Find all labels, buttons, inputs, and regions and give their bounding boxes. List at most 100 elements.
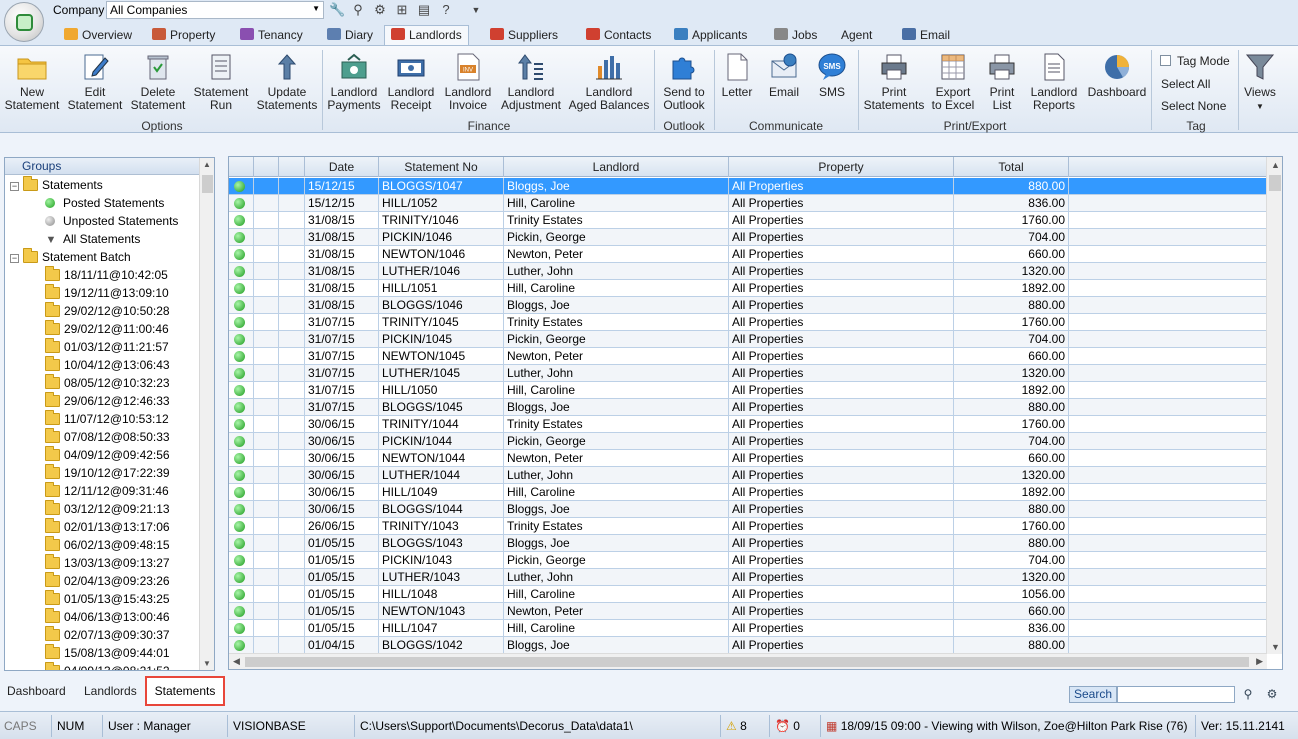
tree-item-statement-batch[interactable]: − Statement Batch [10,248,131,267]
customize-arrow-icon[interactable]: ▼ [468,2,484,18]
tree-item-batch[interactable]: 04/09/13@08:21:52 [45,662,170,670]
scroll-thumb[interactable] [245,657,1249,667]
tab-jobs[interactable]: Jobs [768,26,823,45]
company-select[interactable]: All Companies ▼ [106,1,324,19]
tag-cell[interactable] [254,365,279,381]
export-to-excel-button[interactable]: Export to Excel [928,50,978,116]
tag-cell[interactable] [254,586,279,602]
table-row[interactable]: 31/08/15 HILL/1051 Hill, Caroline All Prope… [229,280,1267,297]
bottom-tab-dashboard[interactable]: Dashboard [7,684,66,698]
reminders-indicator[interactable]: ⏰ 0 [771,715,821,737]
tag-cell[interactable] [254,263,279,279]
grid-horizontal-scrollbar[interactable]: ◀ ▶ [229,653,1267,669]
tag-cell[interactable] [254,433,279,449]
tag-cell[interactable] [254,246,279,262]
tree-item-batch[interactable]: 03/12/12@09:21:13 [45,500,170,519]
collapse-icon[interactable]: − [10,182,19,191]
views-button[interactable]: Views ▼ [1240,50,1280,116]
column-tag[interactable] [254,157,279,177]
application-menu-button[interactable] [4,2,44,42]
table-row[interactable]: 01/05/15 PICKIN/1043 Pickin, George All Pro… [229,552,1267,569]
select-none-button[interactable]: Select None [1161,99,1226,113]
tree-item-batch[interactable]: 04/09/12@09:42:56 [45,446,170,465]
next-appointment[interactable]: ▦ 18/09/15 09:00 - Viewing with Wilson, … [822,715,1196,737]
alerts-indicator[interactable]: ⚠ 8 [722,715,770,737]
tab-overview[interactable]: Overview [58,26,138,45]
tree-item-batch[interactable]: 11/07/12@10:53:12 [45,410,169,429]
tag-cell[interactable] [254,280,279,296]
edit-statement-button[interactable]: Edit Statement [64,50,126,116]
document-icon[interactable]: ▤ [416,2,432,18]
binoculars-icon[interactable]: ⚲ [1238,686,1258,703]
collapse-icon[interactable]: − [10,254,19,263]
scroll-right-icon[interactable]: ▶ [1256,656,1263,667]
tree-item-batch[interactable]: 02/07/13@09:30:37 [45,626,170,645]
landlord-reports-button[interactable]: Landlord Reports [1026,50,1082,116]
print-statements-button[interactable]: Print Statements [862,50,926,116]
landlord-aged-balances-button[interactable]: Landlord Aged Balances [566,50,652,116]
tag-cell[interactable] [254,467,279,483]
table-row[interactable]: 31/07/15 PICKIN/1045 Pickin, George All Pro… [229,331,1267,348]
network-icon[interactable]: ⊞ [394,2,410,18]
tree-item-all-statements[interactable]: ▼ All Statements [45,231,141,249]
tree-item-batch[interactable]: 01/03/12@11:21:57 [45,338,169,357]
tree-item-batch[interactable]: 19/12/11@13:09:10 [45,284,169,303]
tag-cell[interactable] [254,195,279,211]
tag-cell[interactable] [254,399,279,415]
binoculars-icon[interactable]: ⚲ [350,2,366,18]
tab-tenancy[interactable]: Tenancy [234,26,309,45]
table-row[interactable]: 31/08/15 TRINITY/1046 Trinity Estates All P… [229,212,1267,229]
tab-diary[interactable]: Diary [321,26,379,45]
tag-cell[interactable] [254,484,279,500]
bottom-tab-statements[interactable]: Statements [145,676,225,706]
email-button[interactable]: Email [762,50,806,116]
advanced-search-icon[interactable]: ⚙ [1262,686,1282,703]
scroll-down-icon[interactable]: ▼ [203,659,211,668]
wrench-icon[interactable]: 🔧 [329,2,345,18]
tree-item-batch[interactable]: 02/04/13@09:23:26 [45,572,170,591]
print-list-button[interactable]: Print List [980,50,1024,116]
table-row[interactable]: 30/06/15 LUTHER/1044 Luther, John All Prope… [229,467,1267,484]
tag-cell[interactable] [254,450,279,466]
tag-cell[interactable] [254,297,279,313]
scroll-left-icon[interactable]: ◀ [233,656,240,667]
send-to-outlook-button[interactable]: Send to Outlook [656,50,712,116]
tab-contacts[interactable]: Contacts [580,26,657,45]
tag-cell[interactable] [254,518,279,534]
tag-cell[interactable] [254,569,279,585]
tag-cell[interactable] [254,552,279,568]
table-row[interactable]: 26/06/15 TRINITY/1043 Trinity Estates All P… [229,518,1267,535]
bottom-tab-landlords[interactable]: Landlords [84,684,137,698]
table-row[interactable]: 01/05/15 HILL/1048 Hill, Caroline All Prope… [229,586,1267,603]
tag-cell[interactable] [254,603,279,619]
grid-vertical-scrollbar[interactable]: ▲ ▼ [1266,157,1282,654]
tree-item-batch[interactable]: 01/05/13@15:43:25 [45,590,170,609]
tree-item-batch[interactable]: 06/02/13@09:48:15 [45,536,170,555]
scroll-down-icon[interactable]: ▼ [1271,642,1280,652]
tab-applicants[interactable]: Applicants [668,26,753,45]
table-row[interactable]: 30/06/15 HILL/1049 Hill, Caroline All Prope… [229,484,1267,501]
tag-cell[interactable] [254,212,279,228]
tag-mode-checkbox[interactable]: Tag Mode [1160,54,1230,68]
tag-cell[interactable] [254,314,279,330]
tree-item-batch[interactable]: 04/06/13@13:00:46 [45,608,170,627]
column-statement-no[interactable]: Statement No [379,157,504,177]
column-landlord[interactable]: Landlord [504,157,729,177]
tag-cell[interactable] [254,637,279,653]
landlord-payments-button[interactable]: Landlord Payments [326,50,382,116]
column-total[interactable]: Total [954,157,1069,177]
tree-item-batch[interactable]: 19/10/12@17:22:39 [45,464,170,483]
select-all-button[interactable]: Select All [1161,77,1210,91]
tree-item-batch[interactable]: 12/11/12@09:31:46 [45,482,169,501]
table-row[interactable]: 31/08/15 LUTHER/1046 Luther, John All Prope… [229,263,1267,280]
table-row[interactable]: 31/08/15 NEWTON/1046 Newton, Peter All Prop… [229,246,1267,263]
table-row[interactable]: 01/05/15 BLOGGS/1043 Bloggs, Joe All Proper… [229,535,1267,552]
tree-item-batch[interactable]: 10/04/12@13:06:43 [45,356,170,375]
table-row[interactable]: 01/04/15 BLOGGS/1042 Bloggs, Joe All Proper… [229,637,1267,654]
new-statement-button[interactable]: New Statement [4,50,60,116]
tag-cell[interactable] [254,416,279,432]
tag-cell[interactable] [254,501,279,517]
tag-cell[interactable] [254,382,279,398]
table-row[interactable]: 31/07/15 BLOGGS/1045 Bloggs, Joe All Proper… [229,399,1267,416]
tag-cell[interactable] [254,535,279,551]
